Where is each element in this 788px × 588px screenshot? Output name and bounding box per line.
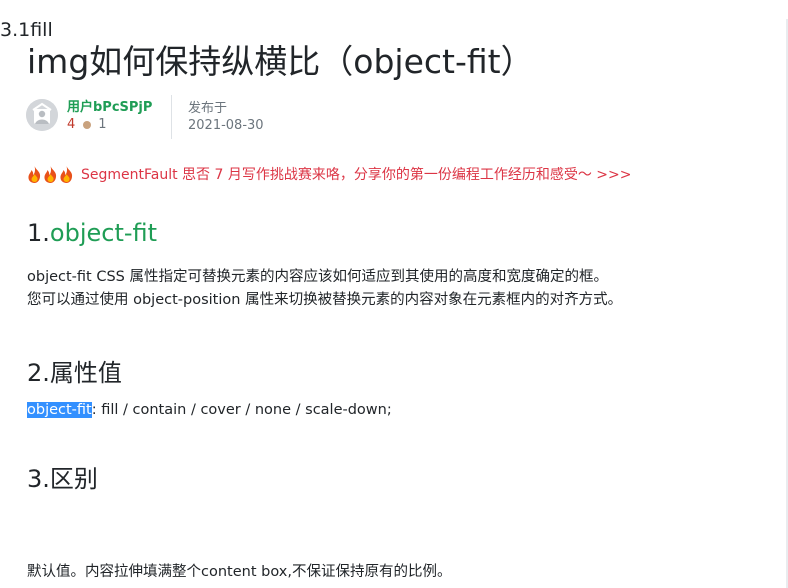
published-label: 发布于	[188, 101, 228, 116]
section-number: 1.	[27, 219, 50, 247]
fire-icon	[28, 165, 41, 183]
fire-icons	[27, 165, 75, 183]
subsection-heading-fill: 3.1fill	[0, 19, 53, 41]
code-rest: : fill / contain / cover / none / scale-…	[91, 402, 392, 418]
paragraph: 您可以通过使用 object-position 属性来切换被替换元素的内容对象在…	[27, 292, 623, 308]
paragraph: object-fit CSS 属性指定可替换元素的内容应该如何适应到其使用的高度…	[27, 269, 608, 285]
author-stats: 4 1	[67, 117, 107, 132]
fire-icon	[44, 165, 57, 183]
selected-text[interactable]: object-fit	[27, 402, 92, 418]
section-heading-differences: 3.区别	[27, 465, 98, 493]
badge-count: 1	[98, 117, 107, 132]
code-line: object-fit: fill / contain / cover / non…	[27, 399, 392, 422]
reputation-count: 4	[67, 117, 76, 132]
promo-link[interactable]: SegmentFault 思否 7 月写作挑战赛来咯，分享你的第一份编程工作经历…	[27, 164, 632, 184]
section-heading-property-values: 2.属性值	[27, 359, 122, 387]
meta-divider	[171, 95, 172, 139]
published-date: 2021-08-30	[188, 118, 264, 133]
page-title: img如何保持纵横比（object-fit）	[27, 42, 534, 81]
section-heading-object-fit: 1.object-fit	[27, 219, 157, 247]
badge-icon	[83, 120, 92, 129]
author-meta: 用户bPcSPjP 4 1 发布于 2021-08-30	[26, 95, 326, 139]
fire-icon	[60, 165, 73, 183]
paragraph: 默认值。内容拉伸填满整个content box,不保证保持原有的比例。	[27, 564, 452, 580]
promo-text: SegmentFault 思否 7 月写作挑战赛来咯，分享你的第一份编程工作经历…	[81, 167, 632, 183]
object-fit-link[interactable]: object-fit	[50, 219, 157, 247]
user-avatar-icon[interactable]	[26, 99, 58, 131]
author-name-link[interactable]: 用户bPcSPjP	[67, 96, 152, 115]
